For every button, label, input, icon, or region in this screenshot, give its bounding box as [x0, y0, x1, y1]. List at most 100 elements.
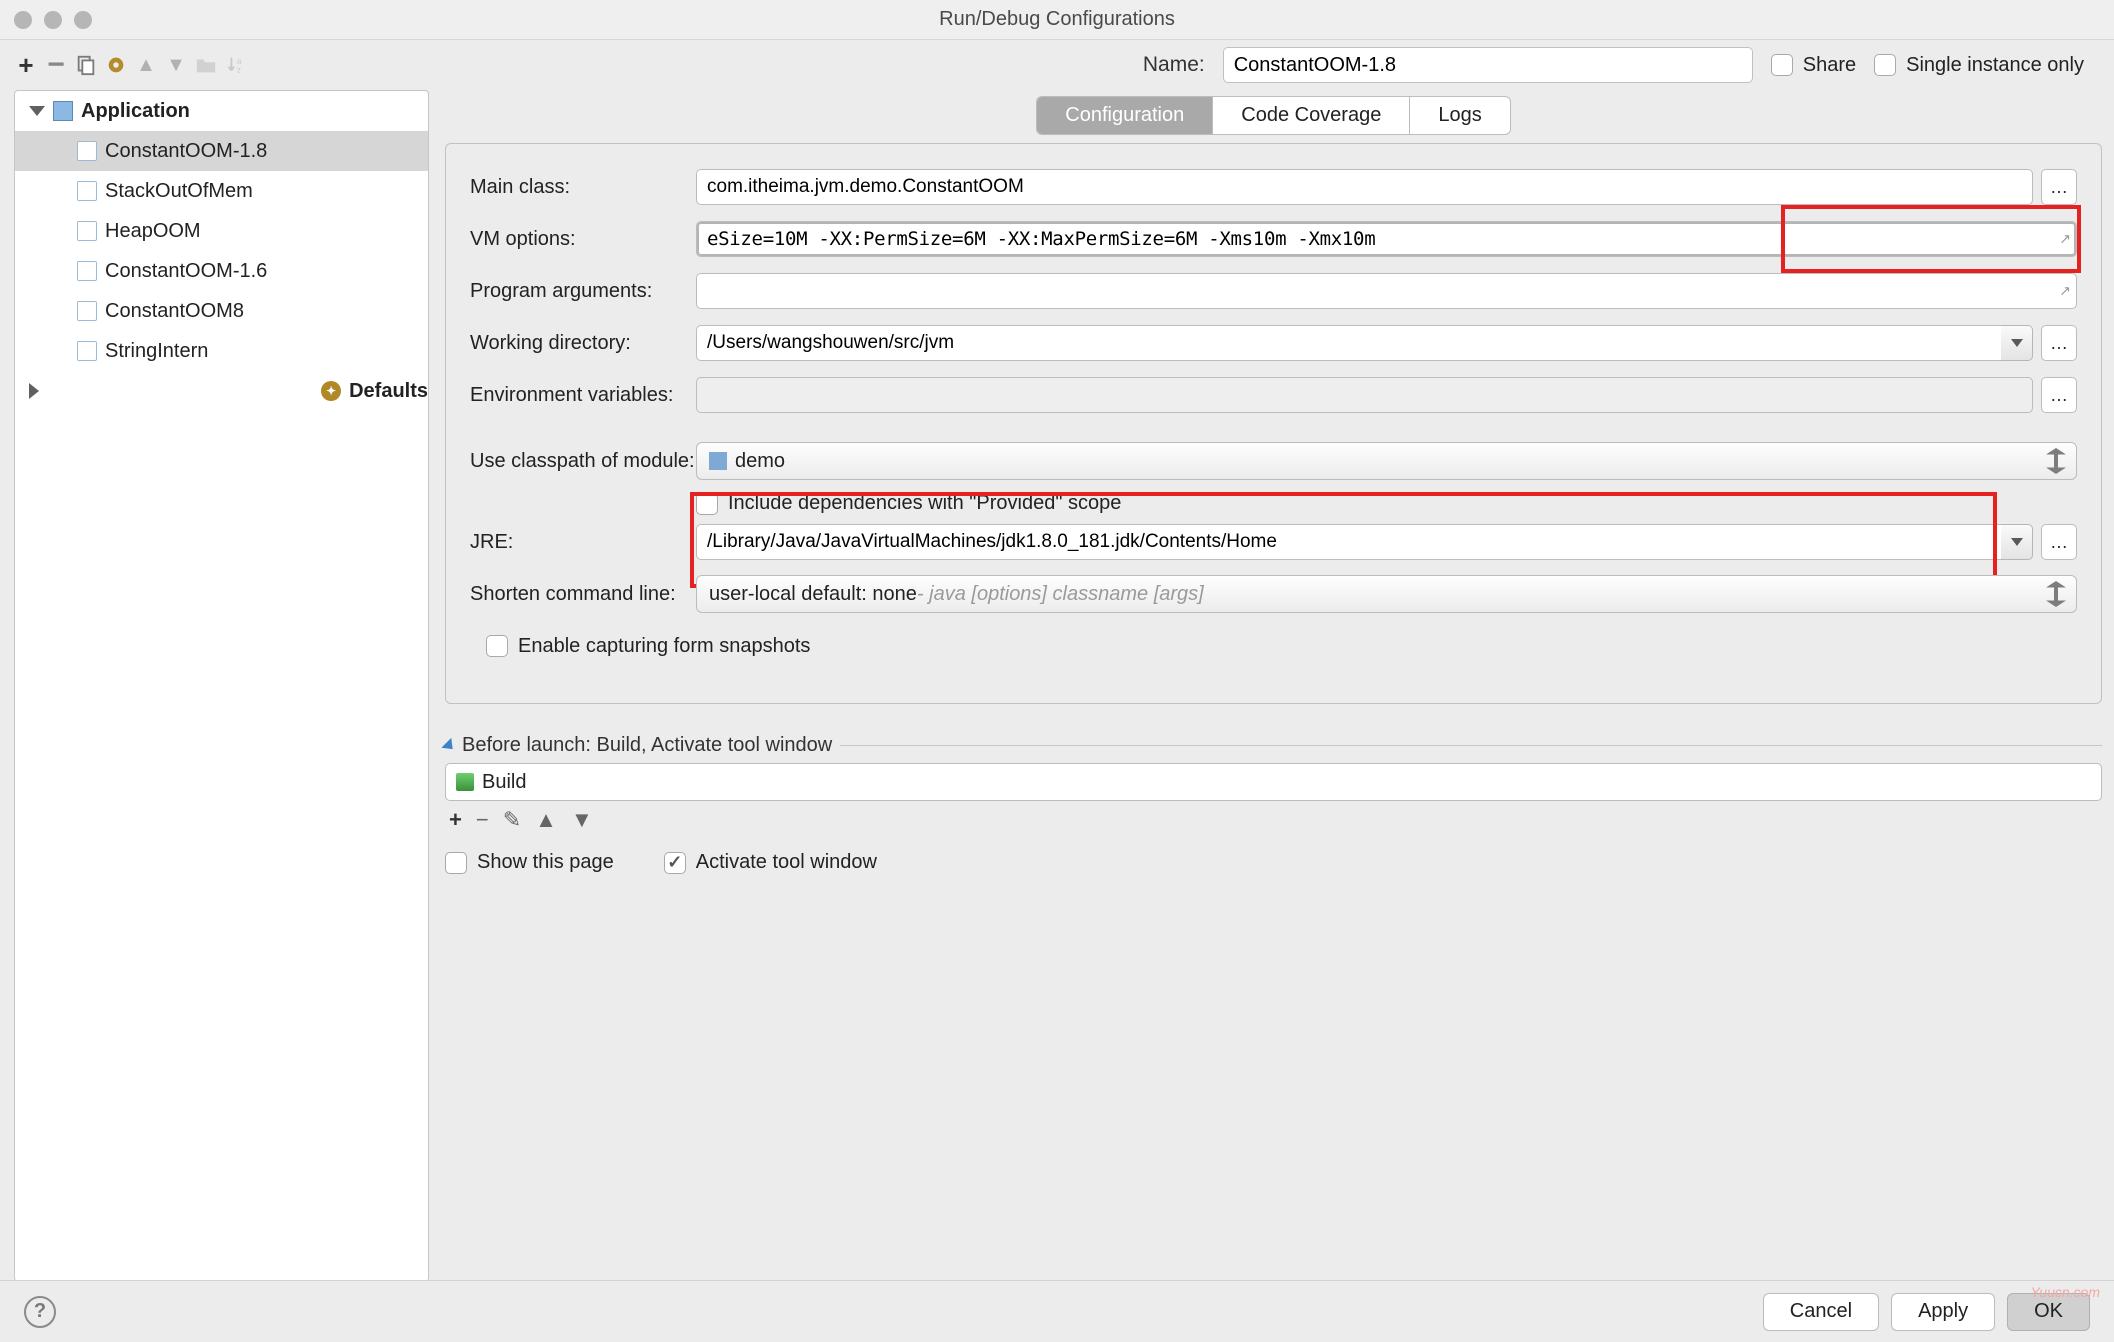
apply-button[interactable]: Apply [1891, 1293, 1995, 1331]
minimize-window-icon[interactable] [44, 11, 62, 29]
file-icon [77, 141, 97, 161]
config-name-input[interactable] [1223, 47, 1753, 83]
folder-icon[interactable] [194, 53, 218, 77]
module-icon [709, 452, 727, 470]
main-class-label: Main class: [470, 176, 696, 199]
main-area: Application ConstantOOM-1.8 StackOutOfMe… [0, 90, 2114, 1282]
zoom-window-icon[interactable] [74, 11, 92, 29]
working-dir-input[interactable] [696, 325, 2001, 361]
tree-defaults[interactable]: ✦ Defaults [15, 371, 428, 411]
tree-item-label: ConstantOOM-1.8 [105, 140, 267, 163]
tabs: Configuration Code Coverage Logs [1036, 96, 1510, 135]
tree-item-label: ConstantOOM-1.6 [105, 260, 267, 283]
file-icon [77, 261, 97, 281]
tree-item-label: ConstantOOM8 [105, 300, 244, 323]
jre-input[interactable] [696, 524, 2001, 560]
form-snapshots-label: Enable capturing form snapshots [518, 635, 810, 658]
watermark: Yuucn.com [2030, 1284, 2100, 1300]
config-tree: Application ConstantOOM-1.8 StackOutOfMe… [14, 90, 429, 1282]
jre-browse-button[interactable]: … [2041, 524, 2077, 560]
add-task-icon[interactable]: + [449, 807, 462, 833]
show-this-page-label: Show this page [477, 851, 614, 874]
tree-item-constantoom18[interactable]: ConstantOOM-1.8 [15, 131, 428, 171]
tree-application-label: Application [81, 100, 190, 123]
show-this-page-checkbox[interactable] [445, 852, 467, 874]
tab-code-coverage[interactable]: Code Coverage [1213, 97, 1410, 134]
application-icon [53, 101, 73, 121]
move-up-icon[interactable]: ▲ [134, 53, 158, 77]
main-class-browse-button[interactable]: … [2041, 169, 2077, 205]
shorten-hint: - java [options] classname [args] [917, 583, 1204, 606]
add-config-icon[interactable]: + [14, 53, 38, 77]
before-launch-list[interactable]: Build [445, 763, 2102, 801]
env-vars-input[interactable] [696, 377, 2033, 413]
working-dir-label: Working directory: [470, 332, 696, 355]
vm-options-label: VM options: [470, 228, 696, 251]
vm-options-input[interactable] [696, 221, 2077, 257]
tree-application[interactable]: Application [15, 91, 428, 131]
move-down-icon[interactable]: ▼ [571, 807, 593, 833]
tree-item-constantoom16[interactable]: ConstantOOM-1.6 [15, 251, 428, 291]
tree-item-constantoom8[interactable]: ConstantOOM8 [15, 291, 428, 331]
tree-defaults-label: Defaults [349, 380, 428, 403]
tree-item-heapoom[interactable]: HeapOOM [15, 211, 428, 251]
gear-icon: ✦ [321, 381, 341, 401]
file-icon [77, 221, 97, 241]
single-instance-checkbox[interactable] [1874, 54, 1896, 76]
tree-item-label: StringIntern [105, 340, 208, 363]
activate-tool-checkbox[interactable] [664, 852, 686, 874]
tree-item-stackoutofmem[interactable]: StackOutOfMem [15, 171, 428, 211]
move-up-icon[interactable]: ▲ [535, 807, 557, 833]
env-vars-browse-button[interactable]: … [2041, 377, 2077, 413]
close-window-icon[interactable] [14, 11, 32, 29]
svg-text:z: z [237, 65, 241, 74]
chevron-down-icon [29, 106, 45, 116]
chevron-down-icon [441, 737, 457, 753]
name-label: Name: [863, 53, 1205, 77]
program-args-input[interactable] [696, 273, 2077, 309]
expand-icon[interactable]: ↗ [2059, 283, 2071, 300]
before-launch-header[interactable]: Before launch: Build, Activate tool wind… [445, 734, 2102, 757]
configuration-form: Main class: … VM options: ↗ Program argu… [445, 143, 2102, 704]
remove-config-icon[interactable]: − [44, 53, 68, 77]
shorten-select[interactable]: user-local default: none - java [options… [696, 575, 2077, 613]
main-class-input[interactable] [696, 169, 2033, 205]
move-down-icon[interactable]: ▼ [164, 53, 188, 77]
tab-logs[interactable]: Logs [1410, 97, 1509, 134]
working-dir-browse-button[interactable]: … [2041, 325, 2077, 361]
expand-icon[interactable]: ↗ [2059, 231, 2071, 248]
build-label: Build [482, 771, 526, 794]
working-dir-dropdown[interactable] [2001, 325, 2033, 361]
titlebar: Run/Debug Configurations [0, 0, 2114, 40]
classpath-module-select[interactable]: demo [696, 442, 2077, 480]
top-row: + − ▲ ▼ az Name: Share Single instance o… [0, 40, 2114, 90]
tab-configuration[interactable]: Configuration [1037, 97, 1213, 134]
tree-item-stringintern[interactable]: StringIntern [15, 331, 428, 371]
share-label: Share [1803, 54, 1856, 77]
sort-icon[interactable]: az [224, 53, 248, 77]
file-icon [77, 181, 97, 201]
form-snapshots-checkbox[interactable] [486, 635, 508, 657]
activate-tool-label: Activate tool window [696, 851, 877, 874]
right-panel: Configuration Code Coverage Logs Main cl… [439, 90, 2114, 1282]
include-provided-checkbox[interactable] [696, 493, 718, 515]
single-instance-label: Single instance only [1906, 54, 2084, 77]
tree-item-label: HeapOOM [105, 220, 201, 243]
before-launch-title: Before launch: Build, Activate tool wind… [462, 734, 832, 757]
chevron-right-icon [29, 383, 313, 399]
save-template-icon[interactable] [104, 53, 128, 77]
cancel-button[interactable]: Cancel [1763, 1293, 1879, 1331]
traffic-lights [0, 11, 92, 29]
jre-dropdown[interactable] [2001, 524, 2033, 560]
shorten-label: Shorten command line: [470, 583, 696, 606]
help-button[interactable]: ? [24, 1296, 56, 1328]
divider [840, 745, 2102, 746]
edit-task-icon[interactable]: ✎ [503, 807, 521, 833]
program-args-label: Program arguments: [470, 280, 696, 303]
window-title: Run/Debug Configurations [939, 8, 1175, 31]
remove-task-icon[interactable]: − [476, 807, 489, 833]
include-provided-label: Include dependencies with "Provided" sco… [728, 492, 1121, 515]
file-icon [77, 301, 97, 321]
share-checkbox[interactable] [1771, 54, 1793, 76]
copy-config-icon[interactable] [74, 53, 98, 77]
